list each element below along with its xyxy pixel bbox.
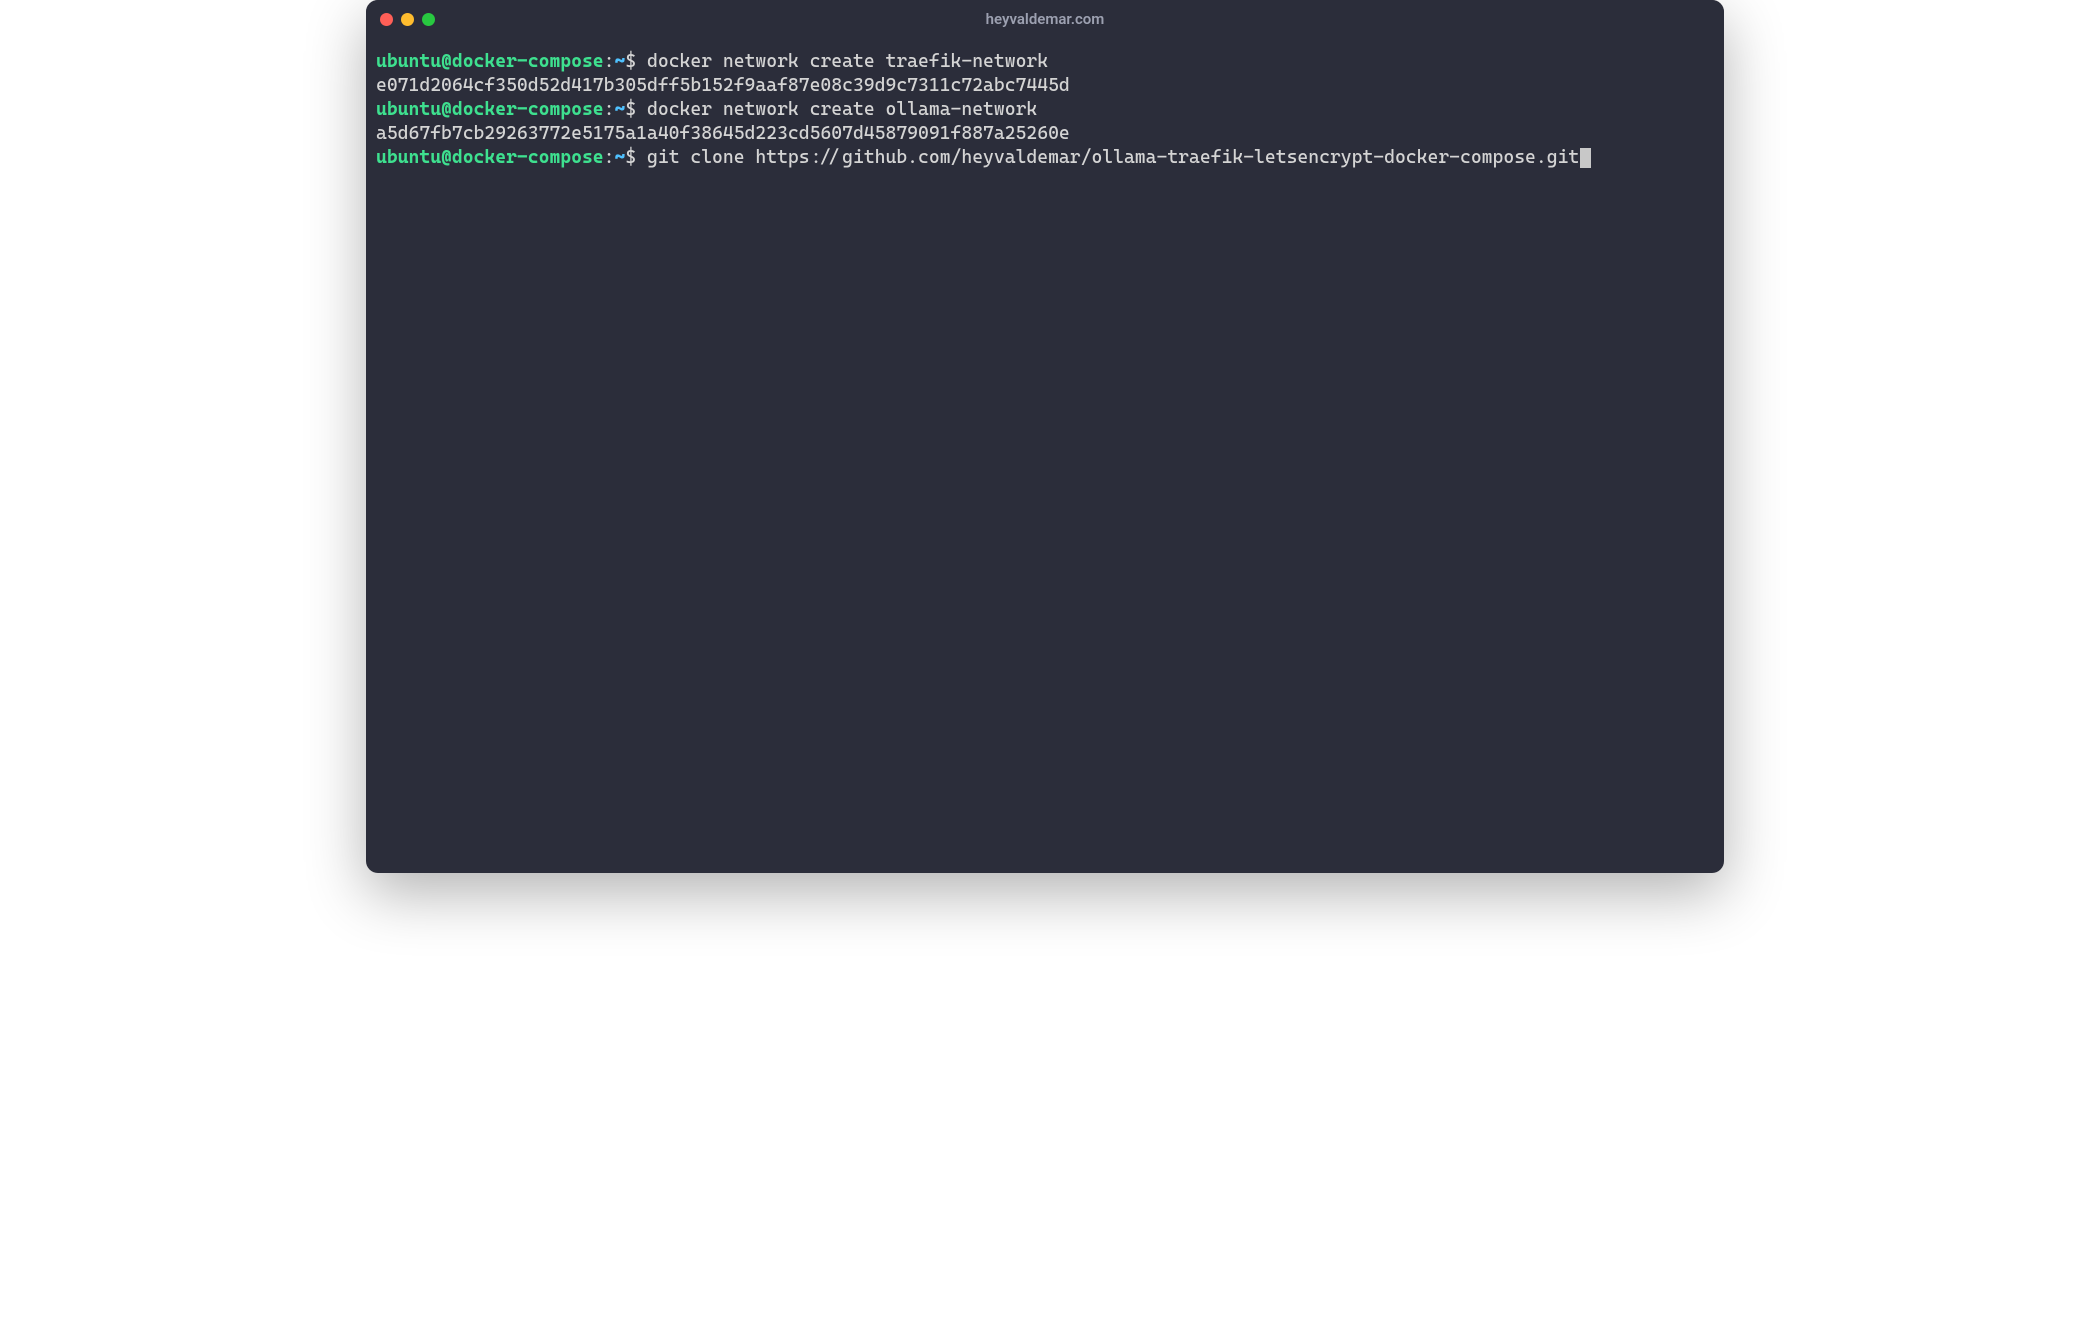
cursor-icon bbox=[1580, 148, 1591, 168]
prompt-line-2: ubuntu@docker-compose:~$ docker network … bbox=[376, 98, 1714, 122]
window-title: heyvaldemar.com bbox=[986, 10, 1105, 28]
maximize-icon[interactable] bbox=[422, 13, 435, 26]
traffic-lights bbox=[380, 13, 435, 26]
terminal-body[interactable]: ubuntu@docker-compose:~$ docker network … bbox=[366, 38, 1724, 873]
command-2: docker network create ollama-network bbox=[647, 99, 1037, 120]
prompt-separator: : bbox=[604, 147, 615, 168]
terminal-window: heyvaldemar.com ubuntu@docker-compose:~$… bbox=[366, 0, 1724, 873]
output-line-1: e071d2064cf350d52d417b305dff5b152f9aaf87… bbox=[376, 74, 1714, 98]
prompt-separator: : bbox=[604, 51, 615, 72]
command-1: docker network create traefik-network bbox=[647, 51, 1048, 72]
prompt-line-1: ubuntu@docker-compose:~$ docker network … bbox=[376, 50, 1714, 74]
output-line-2: a5d67fb7cb29263772e5175a1a40f38645d223cd… bbox=[376, 122, 1714, 146]
prompt-user-host: ubuntu@docker-compose bbox=[376, 147, 604, 168]
prompt-separator: : bbox=[604, 99, 615, 120]
prompt-user-host: ubuntu@docker-compose bbox=[376, 51, 604, 72]
minimize-icon[interactable] bbox=[401, 13, 414, 26]
prompt-symbol: $ bbox=[625, 99, 636, 120]
prompt-user-host: ubuntu@docker-compose bbox=[376, 99, 604, 120]
prompt-path: ~ bbox=[614, 99, 625, 120]
prompt-symbol: $ bbox=[625, 147, 636, 168]
output-2: a5d67fb7cb29263772e5175a1a40f38645d223cd… bbox=[376, 123, 1070, 144]
close-icon[interactable] bbox=[380, 13, 393, 26]
prompt-path: ~ bbox=[614, 147, 625, 168]
prompt-line-3: ubuntu@docker-compose:~$ git clone https… bbox=[376, 146, 1714, 170]
output-1: e071d2064cf350d52d417b305dff5b152f9aaf87… bbox=[376, 75, 1070, 96]
prompt-symbol: $ bbox=[625, 51, 636, 72]
prompt-path: ~ bbox=[614, 51, 625, 72]
titlebar: heyvaldemar.com bbox=[366, 0, 1724, 38]
command-3: git clone https://github.com/heyvaldemar… bbox=[647, 147, 1579, 168]
